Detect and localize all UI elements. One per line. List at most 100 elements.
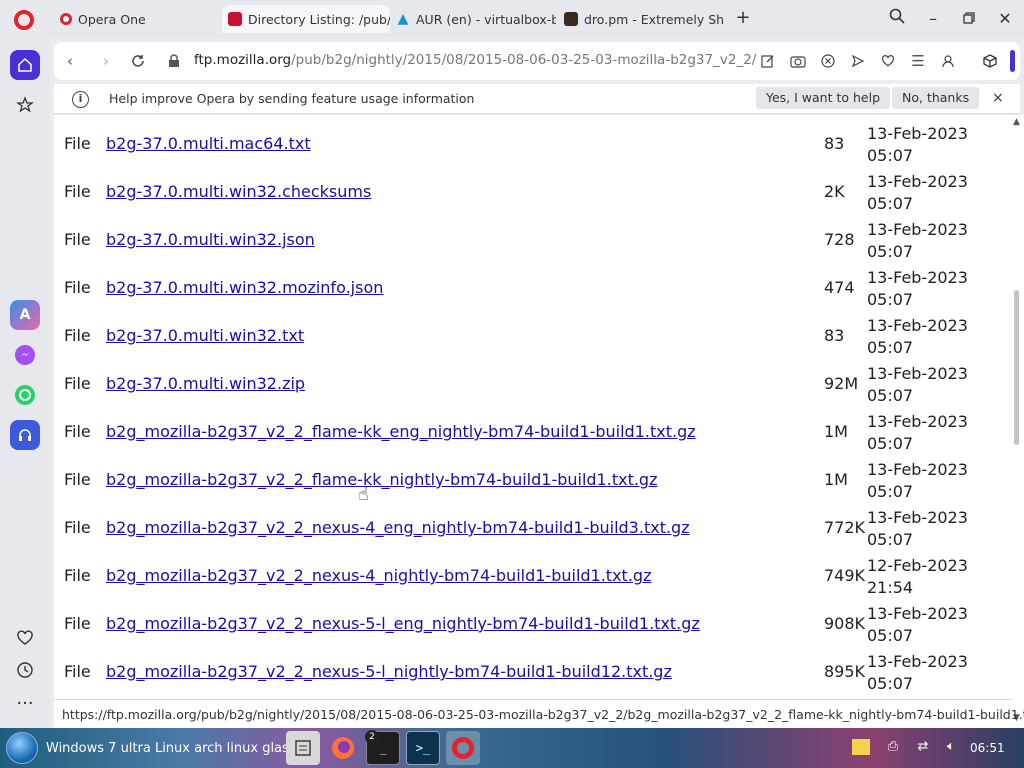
close-window-button[interactable]: ✕	[994, 8, 1016, 30]
file-link[interactable]: b2g-37.0.multi.win32.txt	[106, 326, 304, 345]
tab-directory-listing[interactable]: Directory Listing: /pub/b	[222, 5, 390, 33]
file-date-day: 13-Feb-2023	[867, 220, 968, 239]
pinboards-icon[interactable]	[10, 90, 40, 120]
file-date-time: 05:07	[867, 674, 914, 693]
extensions-cube-icon[interactable]	[980, 51, 1000, 71]
minimize-button[interactable]: –	[922, 8, 944, 30]
tab-label: AUR (en) - virtualbox-bin	[416, 11, 556, 27]
file-link[interactable]: b2g_mozilla-b2g37_v2_2_nexus-4_eng_night…	[106, 518, 690, 537]
maximize-button[interactable]	[958, 8, 980, 30]
tab-search-icon[interactable]	[886, 8, 908, 30]
taskbar-title: Windows 7 ultra Linux arch linux glass	[46, 741, 296, 756]
file-date-time: 05:07	[867, 530, 914, 549]
taskbar: Windows 7 ultra Linux arch linux glass _…	[0, 728, 1024, 768]
reload-icon[interactable]	[128, 51, 148, 71]
mozilla-dino-icon	[228, 12, 242, 26]
printer-icon[interactable]: ⎙	[884, 739, 902, 755]
table-row: File b2g-37.0.multi.win32.json 728 13-Fe…	[54, 214, 1012, 262]
bookmark-heart-icon[interactable]	[878, 51, 898, 71]
tab-opera-one[interactable]: Opera One	[54, 5, 222, 33]
messenger-icon[interactable]	[10, 340, 40, 370]
file-link[interactable]: b2g-37.0.multi.win32.checksums	[106, 182, 371, 201]
file-link[interactable]: b2g_mozilla-b2g37_v2_2_nexus-4_nightly-b…	[106, 566, 651, 585]
file-link[interactable]: b2g-37.0.multi.win32.zip	[106, 374, 305, 393]
file-link[interactable]: b2g-37.0.multi.mac64.txt	[106, 134, 311, 153]
directory-listing: File b2g-37.0.multi.mac64.txt 83 13-Feb-…	[54, 115, 1012, 699]
file-manager-icon[interactable]	[286, 731, 320, 765]
clock: 06:51	[970, 741, 1005, 755]
tab-label: Directory Listing: /pub/b	[248, 11, 390, 27]
terminal-badge: 2	[365, 730, 379, 744]
file-date-time: 05:07	[867, 290, 914, 309]
arch-icon: ▲	[397, 11, 409, 27]
file-date-day: 13-Feb-2023	[867, 316, 968, 335]
easy-setup-icon[interactable]: ☰	[908, 51, 928, 71]
tab-aur[interactable]: ▲ AUR (en) - virtualbox-bin	[390, 5, 556, 33]
table-row: File b2g_mozilla-b2g37_v2_2_flame-kk_eng…	[54, 406, 1012, 454]
snapshot-camera-icon[interactable]	[788, 51, 808, 71]
file-link[interactable]: b2g_mozilla-b2g37_v2_2_nexus-5-l_eng_nig…	[106, 614, 700, 633]
page-scrollbar[interactable]: ▲ ▼	[1012, 115, 1024, 728]
file-size: 474	[824, 278, 855, 297]
hand-cursor-icon: ☝	[358, 484, 369, 505]
file-date-day: 13-Feb-2023	[867, 124, 968, 143]
file-link[interactable]: b2g_mozilla-b2g37_v2_2_flame-kk_eng_nigh…	[106, 422, 696, 441]
table-row: File b2g_mozilla-b2g37_v2_2_nexus-5-l_en…	[54, 598, 1012, 646]
file-date-time: 05:07	[867, 386, 914, 405]
notes-tray-icon[interactable]	[852, 739, 870, 755]
volume-icon[interactable]: 🔈︎	[942, 739, 960, 755]
network-icon[interactable]: ⇄	[914, 739, 932, 755]
back-button[interactable]: ‹	[60, 51, 80, 71]
file-link[interactable]: b2g-37.0.multi.win32.mozinfo.json	[106, 278, 383, 297]
file-date-day: 12-Feb-2023	[867, 556, 968, 575]
file-link[interactable]: b2g-37.0.multi.win32.json	[106, 230, 315, 249]
scroll-thumb[interactable]	[1014, 290, 1019, 445]
history-icon[interactable]	[10, 655, 40, 685]
file-link[interactable]: b2g_mozilla-b2g37_v2_2_flame-kk_nightly-…	[106, 470, 657, 489]
opera-taskbar-icon[interactable]	[446, 731, 480, 765]
heart-icon[interactable]	[10, 623, 40, 653]
file-date-time: 05:07	[867, 434, 914, 453]
more-options-icon[interactable]: ···	[10, 688, 40, 718]
url-field[interactable]: ftp.mozilla.org/pub/b2g/nightly/2015/08/…	[194, 52, 756, 68]
file-link[interactable]: b2g_mozilla-b2g37_v2_2_nexus-5-l_nightly…	[106, 662, 672, 681]
file-date-day: 13-Feb-2023	[867, 604, 968, 623]
app-store-icon[interactable]: A	[10, 300, 40, 330]
file-type: File	[64, 182, 91, 201]
file-size: 83	[824, 134, 845, 153]
file-type: File	[64, 518, 91, 537]
file-date: 13-Feb-2023 05:07	[867, 315, 977, 359]
start-button[interactable]	[6, 732, 38, 764]
file-type: File	[64, 566, 91, 585]
shell-icon[interactable]: >_	[406, 731, 440, 765]
file-size: 908K	[824, 614, 866, 633]
music-player-icon[interactable]	[10, 420, 40, 450]
sidebar: A ···	[0, 38, 50, 728]
edit-icon[interactable]	[758, 51, 778, 71]
opera-icon	[60, 13, 72, 25]
ad-blocker-icon[interactable]	[818, 51, 838, 71]
terminal-icon[interactable]: _ 2	[365, 730, 400, 765]
whatsapp-icon[interactable]	[10, 380, 40, 410]
file-date-day: 13-Feb-2023	[867, 652, 968, 671]
send-icon[interactable]	[848, 51, 868, 71]
file-date: 13-Feb-2023 05:07	[867, 651, 977, 695]
file-size: 772K	[824, 518, 866, 537]
yes-help-button[interactable]: Yes, I want to help	[756, 87, 891, 109]
close-infobar-button[interactable]: ×	[992, 90, 1004, 106]
lock-icon[interactable]	[164, 51, 184, 71]
file-date: 13-Feb-2023 05:07	[867, 219, 977, 263]
file-date-day: 13-Feb-2023	[867, 412, 968, 431]
no-thanks-button[interactable]: No, thanks	[892, 87, 980, 109]
home-icon[interactable]	[10, 50, 40, 80]
scroll-up-icon[interactable]: ▲	[1013, 117, 1020, 127]
opera-menu-icon[interactable]	[14, 10, 34, 30]
forward-button[interactable]: ›	[96, 51, 116, 71]
dro-icon	[564, 12, 578, 26]
profile-icon[interactable]	[938, 51, 958, 71]
new-tab-button[interactable]: +	[734, 9, 752, 27]
firefox-icon[interactable]	[326, 731, 360, 765]
tab-dro[interactable]: dro.pm - Extremely Shor	[558, 5, 724, 33]
tab-label: dro.pm - Extremely Shor	[584, 11, 724, 27]
url-path: /pub/b2g/nightly/2015/08/2015-08-06-03-2…	[291, 52, 757, 68]
